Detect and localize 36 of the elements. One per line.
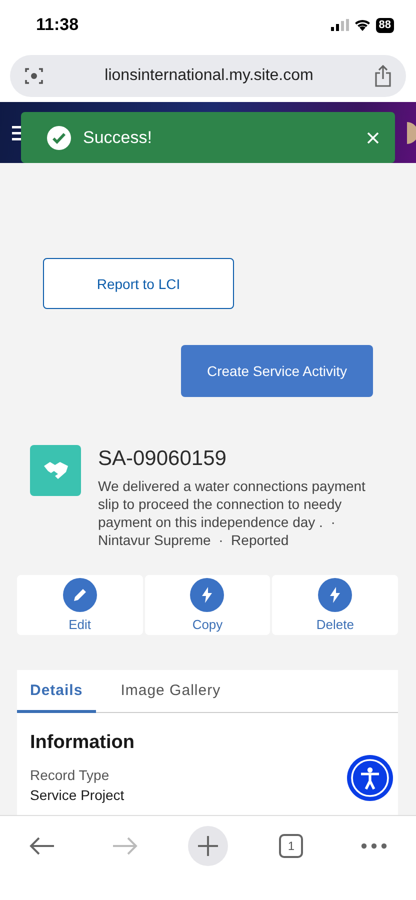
action-button[interactable]: Edit xyxy=(17,575,143,635)
menu-icon[interactable] xyxy=(12,124,21,140)
arrow-right-icon xyxy=(112,836,138,856)
record-description: We delivered a water connections payment slip to proceed the connection to needy payment on this independence day . · Nintavur Supreme · Reported xyxy=(98,477,366,549)
record-title: SA-09060159 xyxy=(98,447,228,471)
pencil-icon xyxy=(72,587,88,603)
section-heading: Information xyxy=(29,731,136,755)
check-circle-icon xyxy=(47,126,71,150)
tab[interactable]: Image Gallery xyxy=(108,670,234,713)
close-button[interactable] xyxy=(367,132,379,144)
share-icon[interactable] xyxy=(374,65,392,87)
scan-icon[interactable] xyxy=(24,66,44,86)
toast-message: Success! xyxy=(83,128,153,148)
url-text: lionsinternational.my.site.com xyxy=(104,67,314,85)
lightning-icon xyxy=(329,587,342,603)
lightning-icon xyxy=(201,587,214,603)
close-icon xyxy=(367,132,379,144)
field-value: Service Project xyxy=(29,786,126,803)
wifi-icon xyxy=(354,19,371,31)
create-button[interactable]: Create Service Activity xyxy=(181,345,373,397)
tabs-button[interactable]: 1 xyxy=(279,834,304,858)
field-label: Record Type xyxy=(29,767,110,783)
clock-time: 11:38 xyxy=(36,15,79,35)
tab[interactable]: Details xyxy=(17,670,96,713)
handshake-icon xyxy=(30,445,81,496)
action-button[interactable]: Copy xyxy=(144,575,270,635)
plus-icon xyxy=(196,835,219,857)
signal-icon xyxy=(330,19,349,31)
action-button[interactable]: Delete xyxy=(272,575,398,635)
more-icon xyxy=(361,843,388,849)
new-tab-button[interactable] xyxy=(188,826,228,866)
address-bar[interactable]: lionsinternational.my.site.com xyxy=(10,55,406,97)
accessibility-icon xyxy=(350,758,390,798)
arrow-left-icon xyxy=(28,836,55,856)
battery-level: 88 xyxy=(376,18,394,32)
report-button[interactable]: Report to LCI xyxy=(43,258,234,309)
